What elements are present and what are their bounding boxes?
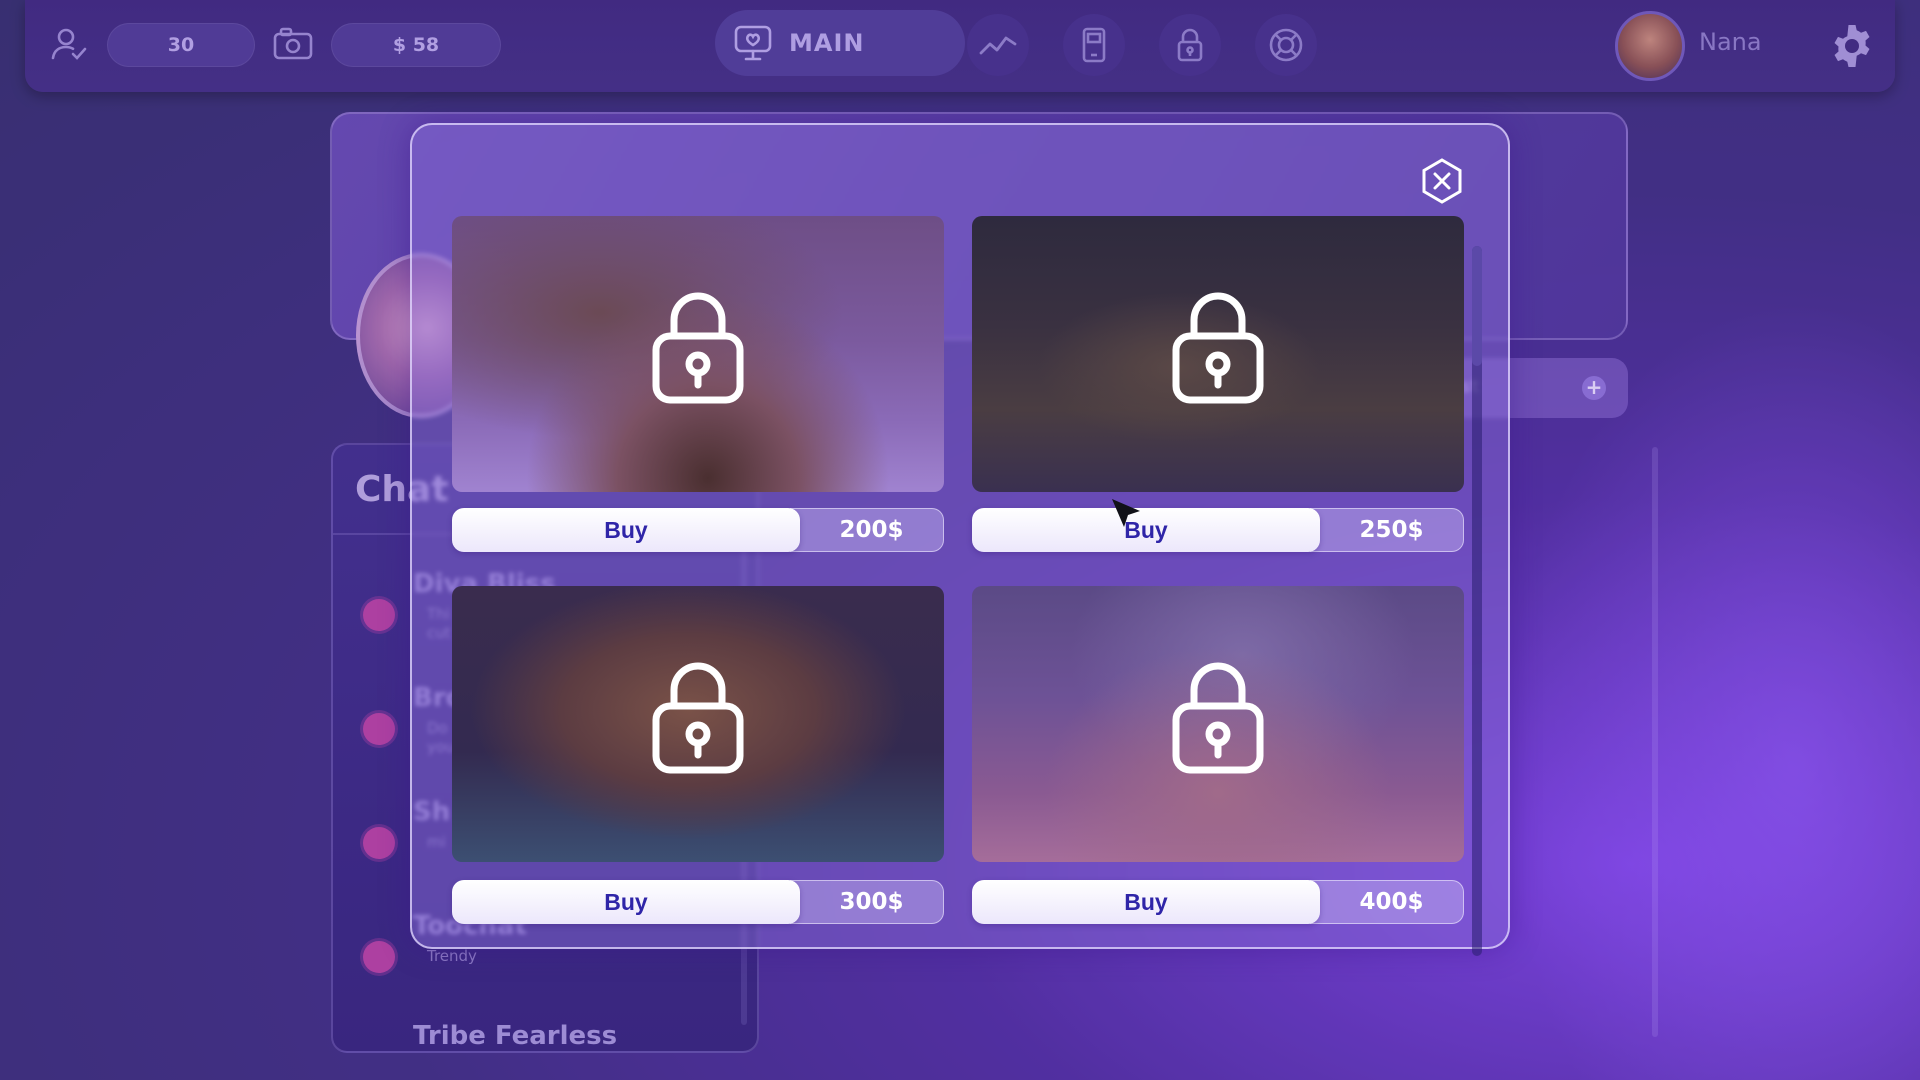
modal-scrollbar-thumb[interactable]: [1472, 246, 1482, 366]
buy-button[interactable]: Buy: [972, 508, 1320, 552]
purchase-row: 400$ Buy: [972, 880, 1464, 924]
purchase-row: 300$ Buy: [452, 880, 944, 924]
price-label: 400$: [1310, 880, 1464, 924]
price-label: 300$: [790, 880, 944, 924]
buy-button[interactable]: Buy: [452, 880, 800, 924]
purchase-row: 250$ Buy: [972, 508, 1464, 552]
mouse-cursor-icon: [1112, 499, 1140, 527]
locked-item-image[interactable]: [452, 586, 944, 862]
close-icon[interactable]: [1418, 157, 1466, 205]
locked-item-image[interactable]: [972, 216, 1464, 492]
buy-button[interactable]: Buy: [972, 880, 1320, 924]
price-label: 250$: [1310, 508, 1464, 552]
lock-icon: [652, 292, 744, 404]
lock-icon: [652, 662, 744, 774]
locked-item-image[interactable]: [452, 216, 944, 492]
lock-icon: [1172, 292, 1264, 404]
locked-item-image[interactable]: [972, 586, 1464, 862]
lock-icon: [1172, 662, 1264, 774]
price-label: 200$: [790, 508, 944, 552]
buy-button[interactable]: Buy: [452, 508, 800, 552]
purchase-row: 200$ Buy: [452, 508, 944, 552]
